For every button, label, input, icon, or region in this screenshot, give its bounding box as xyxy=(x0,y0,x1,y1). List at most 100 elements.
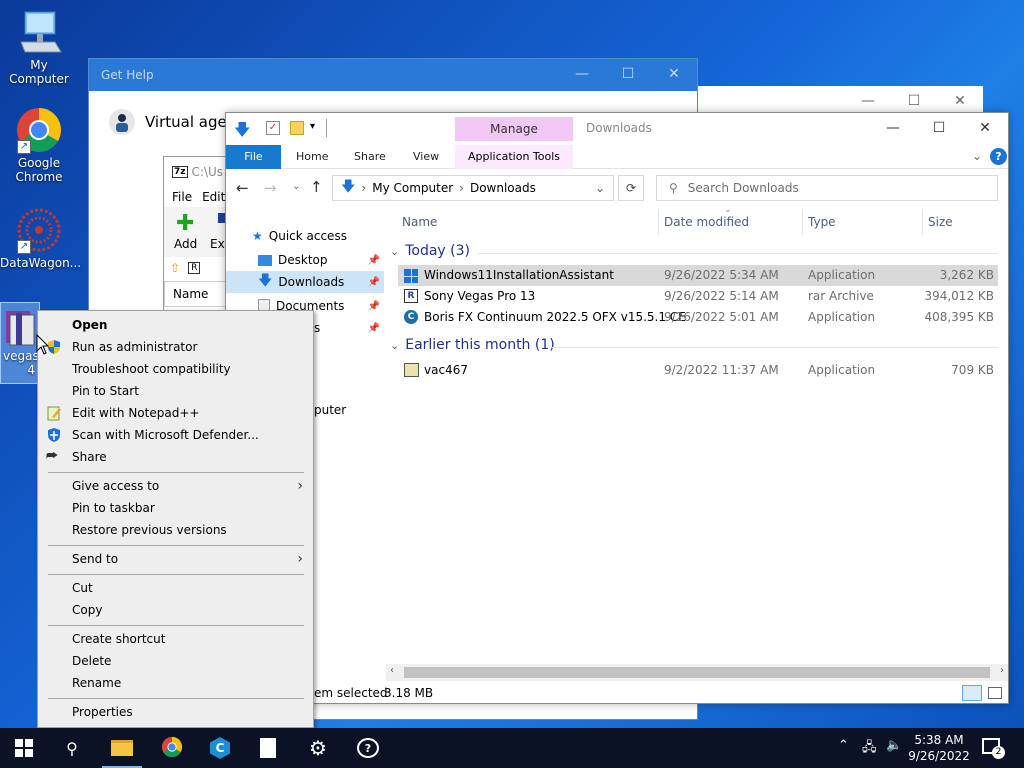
ribbon-tabs: File Home Share View Application Tools ⌄… xyxy=(226,145,1008,169)
address-dropdown-icon[interactable]: ⌄ xyxy=(595,181,605,195)
menu-file[interactable]: File xyxy=(172,190,192,204)
share-icon: ⮫ xyxy=(46,449,59,464)
breadcrumb-downloads[interactable]: Downloads xyxy=(470,181,536,195)
recent-locations-icon[interactable]: ⌄ xyxy=(292,181,300,192)
close-icon[interactable]: ✕ xyxy=(651,59,697,89)
taskbar-file-explorer[interactable] xyxy=(98,728,146,768)
file-row[interactable]: vac467 9/2/2022 11:37 AM Application 709… xyxy=(398,360,998,381)
menu-item-cut[interactable]: Cut xyxy=(38,577,313,599)
menu-item-scan-with-defender[interactable]: Scan with Microsoft Defender... xyxy=(38,424,313,446)
menu-separator xyxy=(48,472,304,473)
maximize-icon[interactable]: ☐ xyxy=(916,113,962,143)
menu-item-share[interactable]: ⮫ Share xyxy=(38,446,313,468)
maximize-icon[interactable]: ☐ xyxy=(605,59,651,89)
close-icon[interactable]: ✕ xyxy=(962,113,1008,143)
menu-edit[interactable]: Edit xyxy=(202,190,225,204)
pin-icon: 📌 xyxy=(367,276,380,288)
menu-item-run-as-administrator[interactable]: Run as administrator xyxy=(38,336,313,358)
desktop-icon-datawagon[interactable]: ↗ DataWagon... xyxy=(0,206,81,270)
manage-tab[interactable]: Manage xyxy=(455,117,573,141)
menu-item-restore-previous-versions[interactable]: Restore previous versions xyxy=(38,519,313,541)
taskbar-chrome[interactable] xyxy=(148,728,196,768)
folder-up-icon[interactable]: ⇧ xyxy=(170,261,180,275)
network-icon[interactable]: 🖧 xyxy=(862,738,877,760)
taskbar-boris-fx[interactable]: C xyxy=(196,728,244,768)
column-size[interactable]: Size xyxy=(928,209,953,235)
nav-quick-access[interactable]: ★ Quick access xyxy=(226,225,384,247)
file-row[interactable]: C Boris FX Continuum 2022.5 OFX v15.5.1 … xyxy=(398,307,998,328)
notification-center-button[interactable]: 2 xyxy=(982,736,1005,759)
column-divider[interactable] xyxy=(802,209,803,235)
menu-label: Open xyxy=(72,318,108,332)
menu-item-send-to[interactable]: Send to › xyxy=(38,548,313,570)
scroll-thumb[interactable] xyxy=(404,667,990,678)
desktop-icon-google-chrome[interactable]: ↗ Google Chrome xyxy=(0,106,78,184)
quick-access-down-icon[interactable]: 🡇 xyxy=(234,119,250,146)
column-date-modified[interactable]: Date modified xyxy=(664,209,749,235)
menu-label: Copy xyxy=(72,603,103,617)
menu-item-edit-with-notepadpp[interactable]: Edit with Notepad++ xyxy=(38,402,313,424)
start-button[interactable] xyxy=(0,728,48,768)
search-button[interactable]: ⚲ xyxy=(48,728,96,768)
taskbar-get-help[interactable]: ? xyxy=(344,728,392,768)
search-input[interactable]: ⚲ Search Downloads xyxy=(656,175,998,201)
taskbar-notepad[interactable] xyxy=(244,728,292,768)
large-icons-view-icon[interactable] xyxy=(988,687,1002,699)
taskbar-settings[interactable]: ⚙ xyxy=(294,728,342,768)
breadcrumb-my-computer[interactable]: My Computer xyxy=(372,181,453,195)
expand-ribbon-icon[interactable]: ⌄ xyxy=(972,149,982,163)
details-view-icon[interactable] xyxy=(962,685,982,701)
menu-item-open[interactable]: Open xyxy=(38,314,313,336)
menu-item-create-shortcut[interactable]: Create shortcut xyxy=(38,628,313,650)
column-name[interactable]: Name xyxy=(402,209,437,235)
installer-icon xyxy=(404,363,419,377)
file-row[interactable]: Windows11InstallationAssistant 9/26/2022… xyxy=(398,265,998,286)
menu-label: Scan with Microsoft Defender... xyxy=(72,428,259,442)
refresh-icon[interactable]: ⟳ xyxy=(618,175,644,201)
column-type[interactable]: Type xyxy=(808,209,836,235)
volume-icon[interactable]: 🔈 xyxy=(886,738,902,753)
minimize-icon[interactable]: — xyxy=(559,59,605,89)
tab-share[interactable]: Share xyxy=(354,145,386,169)
file-row[interactable]: R Sony Vegas Pro 13 9/26/2022 5:14 AM ra… xyxy=(398,286,998,307)
file-name: Windows11InstallationAssistant xyxy=(424,268,614,282)
address-bar[interactable]: 🡇 › My Computer › Downloads ⌄ xyxy=(332,175,614,201)
horizontal-scrollbar[interactable]: ‹ › xyxy=(386,664,1008,681)
sort-indicator-icon: ⌄ xyxy=(724,205,732,215)
menu-item-troubleshoot-compatibility[interactable]: Troubleshoot compatibility xyxy=(38,358,313,380)
forward-arrow-icon[interactable]: → xyxy=(264,179,277,197)
column-divider[interactable] xyxy=(658,209,659,235)
column-name[interactable]: Name xyxy=(173,287,208,301)
tab-application-tools[interactable]: Application Tools xyxy=(455,145,573,169)
up-arrow-icon[interactable]: ↑ xyxy=(310,178,323,196)
desktop-icon-my-computer[interactable]: My Computer xyxy=(0,8,78,86)
menu-item-properties[interactable]: Properties xyxy=(38,701,313,723)
menu-item-give-access-to[interactable]: Give access to › xyxy=(38,475,313,497)
column-divider[interactable] xyxy=(922,209,923,235)
menu-item-pin-to-start[interactable]: Pin to Start xyxy=(38,380,313,402)
nav-downloads[interactable]: 🡇 Downloads 📌 xyxy=(226,271,384,293)
help-icon[interactable]: ? xyxy=(990,148,1007,165)
add-button[interactable]: Add xyxy=(174,237,197,251)
taskbar-clock[interactable]: 5:38 AM 9/26/2022 xyxy=(905,732,973,764)
desktop-icon-vegas[interactable]: vegasp 4 xyxy=(0,302,46,384)
group-header-today[interactable]: ⌄ Today (3) xyxy=(390,243,470,259)
properties-icon[interactable]: ✓ xyxy=(266,121,280,135)
scroll-left-icon[interactable]: ‹ xyxy=(390,665,394,676)
file-date: 9/26/2022 5:01 AM xyxy=(664,310,779,324)
tab-home[interactable]: Home xyxy=(296,145,328,169)
group-header-earlier[interactable]: ⌄ Earlier this month (1) xyxy=(390,337,555,353)
menu-item-pin-to-taskbar[interactable]: Pin to taskbar xyxy=(38,497,313,519)
menu-item-delete[interactable]: Delete xyxy=(38,650,313,672)
customize-toolbar-icon[interactable]: ▾ xyxy=(310,121,315,132)
menu-item-copy[interactable]: Copy xyxy=(38,599,313,621)
minimize-icon[interactable]: — xyxy=(870,113,916,143)
nav-desktop[interactable]: Desktop 📌 xyxy=(226,249,384,271)
tab-file[interactable]: File xyxy=(226,145,281,169)
tab-view[interactable]: View xyxy=(413,145,439,169)
scroll-right-icon[interactable]: › xyxy=(1000,665,1004,676)
show-hidden-icons[interactable]: ⌃ xyxy=(838,738,849,753)
menu-item-rename[interactable]: Rename xyxy=(38,672,313,694)
back-arrow-icon[interactable]: ← xyxy=(236,179,249,197)
new-folder-icon[interactable] xyxy=(290,121,304,135)
